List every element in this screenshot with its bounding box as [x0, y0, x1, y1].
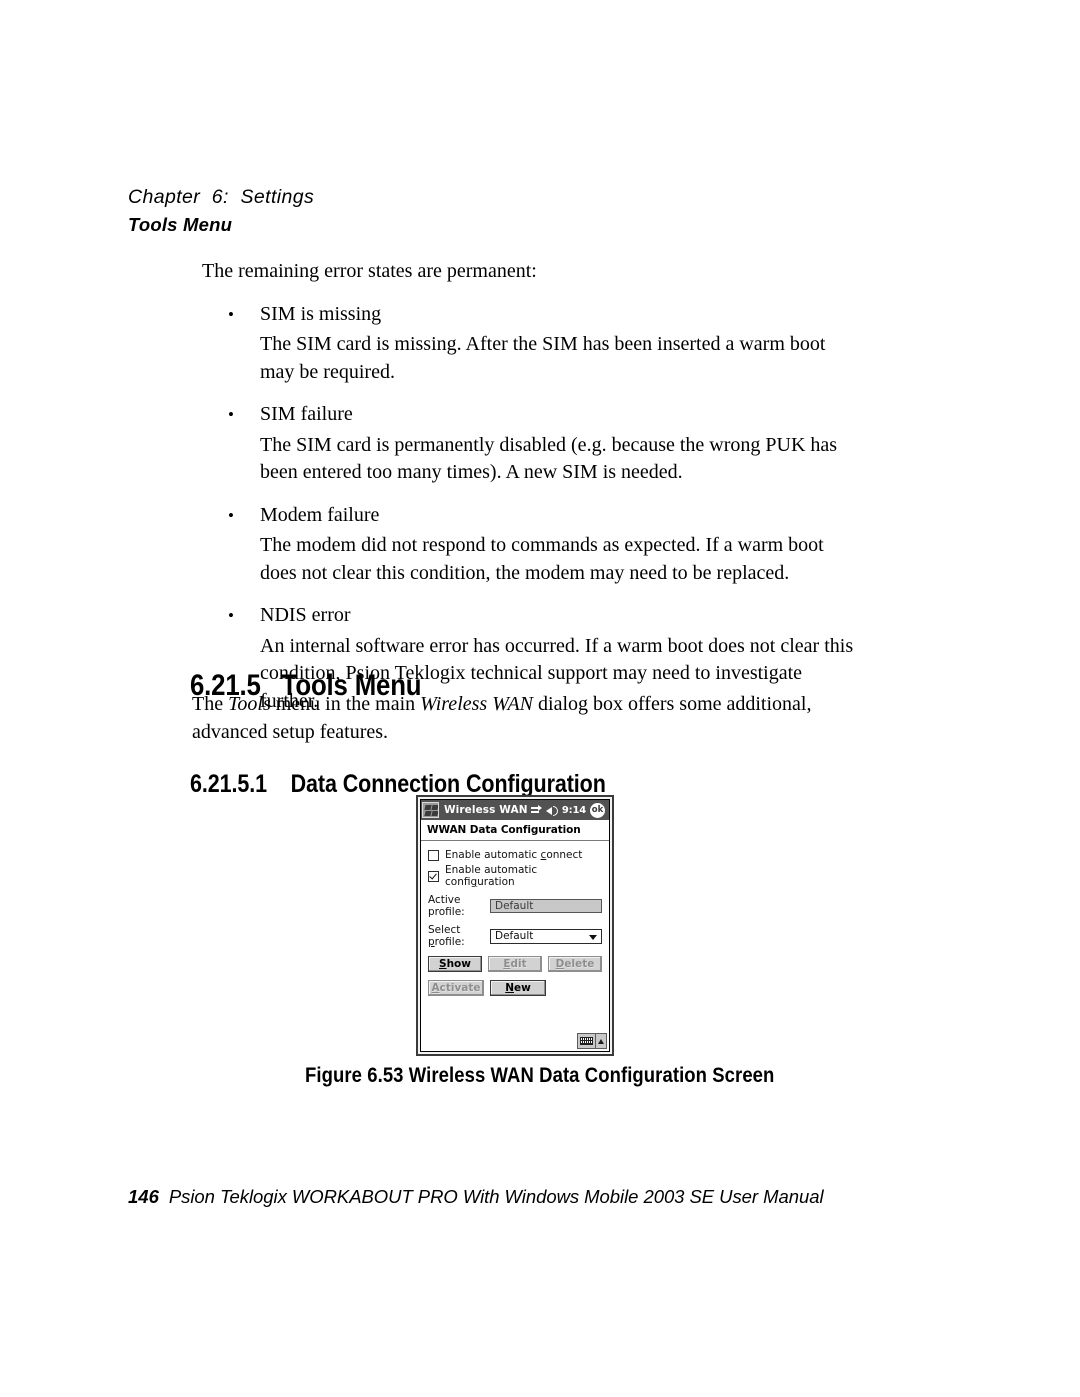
- bullet-item-sim-failure: • SIM failure: [202, 401, 862, 429]
- select-profile-value: Default: [495, 929, 534, 942]
- mnemonic-letter: p: [428, 936, 435, 948]
- body-column: The remaining error states are permanent…: [202, 258, 862, 715]
- chevron-up-icon[interactable]: [596, 1033, 607, 1049]
- running-header: Chapter 6: Settings Tools Menu: [128, 186, 888, 236]
- bullet-term: NDIS error: [260, 604, 351, 626]
- bullet-marker: •: [228, 505, 234, 525]
- bullet-item-sim-missing: • SIM is missing: [202, 301, 862, 329]
- label-active-profile: Active profile:: [428, 894, 465, 918]
- sip-input-panel-bar: [577, 1033, 607, 1049]
- select-profile-dropdown[interactable]: Default: [490, 928, 602, 944]
- clock-label[interactable]: 9:14: [562, 805, 586, 816]
- bullet-marker: •: [228, 304, 234, 324]
- field-row-select-profile[interactable]: Select profile: Default: [428, 924, 602, 948]
- lead-emphasis-wireless-wan: Wireless WAN: [420, 693, 534, 715]
- bullet-item-ndis-error: • NDIS error: [202, 602, 862, 630]
- lead-text-mid: menu in the main: [270, 693, 421, 715]
- checkbox-label-enable-automatic-connect: Enable automatic connect: [445, 849, 583, 861]
- lead-emphasis-tools: Tools: [228, 693, 271, 715]
- checkbox-enable-automatic-configuration[interactable]: [428, 870, 439, 882]
- button-row-secondary: Activate New: [428, 980, 602, 996]
- speaker-icon[interactable]: [545, 805, 558, 816]
- bullet-term: SIM is missing: [260, 302, 382, 325]
- pda-screenshot-figure: Wireless WAN 9:14 ok WWAN Data Configura…: [416, 795, 614, 1056]
- pda-titlebar: Wireless WAN 9:14 ok: [421, 800, 609, 820]
- connectivity-icon[interactable]: [530, 804, 542, 816]
- checkbox-row-enable-automatic-configuration[interactable]: Enable automatic configuration: [428, 864, 602, 888]
- document-page: Chapter 6: Settings Tools Menu The remai…: [0, 0, 1080, 1397]
- bullet-description: The modem did not respond to commands as…: [260, 534, 824, 584]
- windows-logo-icon[interactable]: [422, 802, 439, 818]
- delete-button[interactable]: Delete: [548, 956, 602, 972]
- pda-window-title: Wireless WAN: [444, 804, 528, 816]
- page-footer: 146 Psion Teklogix WORKABOUT PRO With Wi…: [128, 1186, 824, 1208]
- page-number: 146: [128, 1186, 159, 1207]
- field-row-active-profile: Active profile: Default: [428, 894, 602, 918]
- figure-caption: Figure 6.53 Wireless WAN Data Configurat…: [305, 1064, 775, 1087]
- bullet-term: Modem failure: [260, 503, 380, 526]
- bullet-marker: •: [228, 606, 234, 625]
- bullet-description: The SIM card is permanently disabled (e.…: [260, 433, 838, 484]
- intro-paragraph: The remaining error states are permanent…: [202, 260, 537, 282]
- pda-client-area: Enable automatic connect Enable automati…: [421, 841, 609, 1051]
- chevron-down-icon[interactable]: [589, 934, 597, 940]
- label-select-profile: Select profile:: [428, 924, 465, 948]
- checkbox-row-enable-automatic-connect[interactable]: Enable automatic connect: [428, 849, 602, 861]
- lead-paragraph: The Tools menu in the main Wireless WAN …: [192, 691, 832, 746]
- bullet-term: SIM failure: [260, 403, 353, 425]
- dialog-title: WWAN Data Configuration: [427, 824, 581, 836]
- checkbox-label-enable-automatic-configuration: Enable automatic configuration: [445, 864, 538, 888]
- active-profile-value: Default: [490, 899, 602, 913]
- keyboard-icon[interactable]: [577, 1033, 596, 1049]
- pda-screen: Wireless WAN 9:14 ok WWAN Data Configura…: [420, 799, 610, 1052]
- bullet-item-modem-failure: • Modem failure: [202, 502, 862, 530]
- bullet-description: The SIM card is missing. After the SIM h…: [260, 333, 826, 383]
- button-row-primary: Show Edit Delete: [428, 956, 602, 972]
- activate-button[interactable]: Activate: [428, 980, 484, 996]
- bullet-marker: •: [228, 405, 234, 424]
- ok-button[interactable]: ok: [590, 802, 605, 818]
- pda-subtitle-bar: WWAN Data Configuration: [421, 820, 609, 841]
- titlebar-status-icons: 9:14 ok: [530, 802, 609, 818]
- new-button[interactable]: New: [490, 980, 546, 996]
- header-section: Tools Menu: [128, 214, 233, 235]
- checkbox-enable-automatic-connect[interactable]: [428, 849, 439, 861]
- footer-manual-title: Psion Teklogix WORKABOUT PRO With Window…: [168, 1186, 824, 1207]
- show-button[interactable]: Show: [428, 956, 482, 972]
- lead-text-before: The: [192, 693, 229, 715]
- edit-button[interactable]: Edit: [488, 956, 542, 972]
- header-chapter: Chapter 6: Settings: [128, 186, 315, 208]
